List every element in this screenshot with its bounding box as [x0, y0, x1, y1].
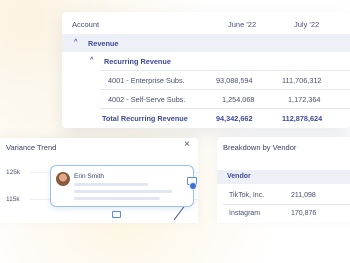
row-divider	[223, 204, 350, 205]
chevron-up-icon[interactable]: ^	[74, 39, 78, 45]
vendor-value: 211,098	[291, 192, 316, 199]
july-value: 111,706,312	[282, 76, 322, 85]
revenue-group-row[interactable]: ^ Revenue	[62, 34, 350, 52]
table-row[interactable]: Instagram 170,876	[217, 207, 350, 223]
vendor-name: TikTok, Inc.	[229, 192, 265, 199]
col-july: July '22	[294, 20, 320, 29]
comment-placeholder-line	[74, 183, 148, 186]
account-name: 4001 - Enterprise Subs.	[108, 76, 185, 85]
chevron-up-icon[interactable]: ^	[90, 57, 94, 63]
col-june: June '22	[228, 20, 257, 29]
account-name: 4002 - Self-Serve Subs.	[108, 95, 186, 104]
total-label: Total Recurring Revenue	[102, 114, 188, 123]
total-june: 94,342,662	[216, 114, 253, 123]
col-account: Account	[72, 20, 100, 29]
vendor-header: Vendor	[217, 170, 350, 184]
revenue-group-label: Revenue	[88, 39, 119, 48]
table-header: Account June '22 July '22	[62, 12, 350, 34]
recurring-revenue-label: Recurring Revenue	[104, 57, 171, 66]
vendor-column-label: Vendor	[227, 173, 251, 180]
data-point-marker[interactable]	[189, 182, 197, 190]
comment-placeholder-line	[74, 190, 172, 193]
close-icon[interactable]: ×	[184, 140, 190, 150]
vendor-value: 170,876	[291, 210, 317, 217]
comment-popover[interactable]: Erin Smith	[50, 165, 197, 207]
panel-title: Variance Trend	[6, 143, 57, 152]
avatar	[56, 172, 70, 186]
table-row[interactable]: 4001 - Enterprise Subs. 93,088,594 111,7…	[62, 71, 350, 89]
panel-title: Breakdown by Vendor	[223, 143, 297, 152]
vendor-name: Instagram	[229, 210, 261, 217]
revenue-table: Account June '22 July '22 ^ Revenue ^ Re…	[62, 12, 350, 128]
table-row[interactable]: TikTok, Inc. 211,098	[217, 189, 350, 205]
total-july: 112,878,624	[282, 114, 323, 123]
july-value: 1,172,364	[288, 95, 321, 104]
comment-author: Erin Smith	[74, 173, 104, 180]
comment-placeholder-line	[74, 197, 160, 200]
y-axis-label: 125k	[6, 169, 21, 176]
comment-icon[interactable]	[112, 211, 121, 218]
total-row[interactable]: Total Recurring Revenue 94,342,662 112,8…	[62, 109, 350, 127]
recurring-revenue-row[interactable]: ^ Recurring Revenue	[62, 52, 350, 70]
y-axis-label: 115k	[6, 196, 20, 203]
june-value: 93,088,594	[216, 76, 253, 85]
june-value: 1,254,068	[222, 95, 255, 104]
vendor-breakdown-panel: Breakdown by Vendor Vendor TikTok, Inc. …	[217, 137, 350, 223]
table-row[interactable]: 4002 - Self-Serve Subs. 1,254,068 1,172,…	[62, 90, 350, 108]
